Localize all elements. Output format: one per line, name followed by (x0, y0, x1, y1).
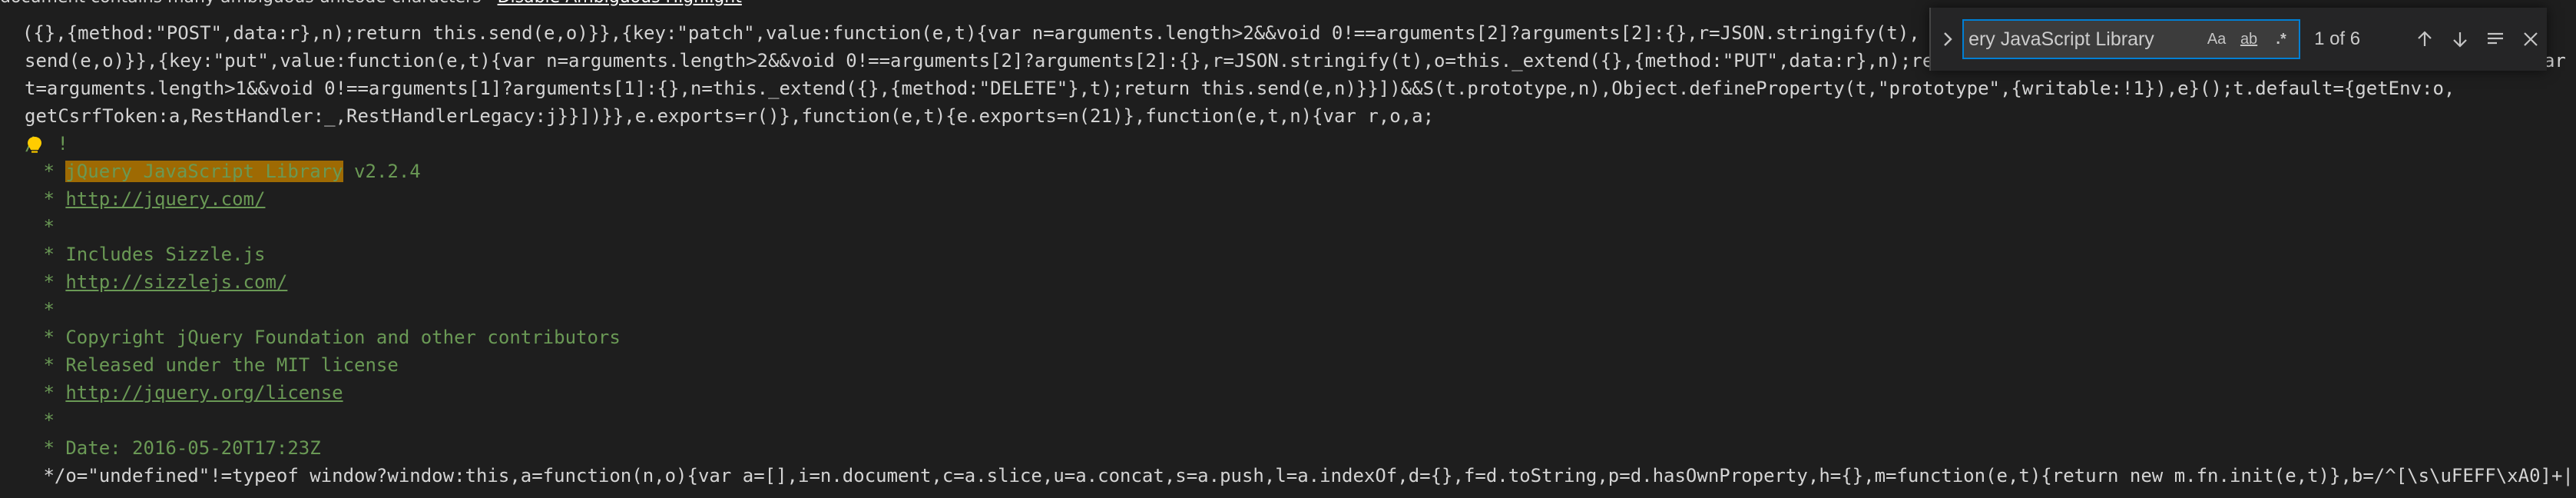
next-match-button[interactable] (2444, 22, 2476, 57)
code-line: * Released under the MIT license (32, 354, 399, 376)
license-link[interactable]: http://jquery.org/license (65, 382, 343, 403)
unicode-warning-banner: document contains many ambiguous unicode… (0, 0, 845, 9)
match-count: 1 of 6 (2314, 28, 2361, 49)
code-line: * (32, 299, 55, 320)
find-input-box: Aa ab .* (1962, 19, 2301, 59)
code-line: * http://jquery.com/ (32, 185, 265, 213)
arrow-up-icon (2418, 31, 2432, 46)
whole-word-toggle[interactable]: ab (2234, 25, 2263, 54)
find-widget: Aa ab .* 1 of 6 (1929, 8, 2547, 71)
match-case-toggle[interactable]: Aa (2202, 25, 2231, 54)
comment-prefix: * (32, 382, 66, 403)
previous-match-button[interactable] (2409, 22, 2441, 57)
code-line: * jQuery JavaScript Library v2.2.4 (32, 158, 421, 185)
close-icon (2524, 32, 2538, 46)
disable-ambiguous-highlight-link[interactable]: Disable Ambiguous Highlight (498, 0, 742, 7)
regex-toggle[interactable]: .* (2266, 25, 2296, 54)
code-line: * Date: 2016-05-20T17:23Z (32, 437, 321, 459)
comment-prefix: * (32, 271, 66, 293)
version-text: v2.2.4 (343, 161, 421, 182)
sizzle-link[interactable]: http://sizzlejs.com/ (65, 271, 287, 293)
lightbulb-icon[interactable] (26, 135, 43, 155)
jquery-link[interactable]: http://jquery.com/ (65, 188, 265, 210)
code-line: */o="undefined"!=typeof window?window:th… (32, 465, 2574, 486)
find-match-highlight: jQuery JavaScript Library (65, 161, 343, 182)
selection-icon (2487, 32, 2503, 45)
comment-bang: ! (57, 133, 68, 154)
toggle-replace-button[interactable] (1935, 15, 1959, 64)
code-line: t=arguments.length>1&&void 0!==arguments… (25, 78, 2455, 99)
code-line: * http://jquery.org/license (32, 379, 343, 407)
code-line: * Includes Sizzle.js (32, 244, 266, 265)
find-input[interactable] (1964, 22, 2203, 57)
arrow-down-icon (2453, 32, 2467, 48)
code-editor[interactable]: document contains many ambiguous unicode… (0, 0, 2576, 498)
code-line: * (32, 216, 55, 237)
comment-prefix: * (32, 161, 66, 182)
find-in-selection-button[interactable] (2479, 22, 2511, 57)
code-line: getCsrfToken:a,RestHandler:_,RestHandler… (25, 105, 1435, 127)
code-line: * http://sizzlejs.com/ (32, 268, 287, 296)
code-line: * (32, 410, 55, 431)
banner-text: document contains many ambiguous unicode… (0, 0, 482, 7)
code-line: * Copyright jQuery Foundation and other … (32, 327, 621, 348)
chevron-right-icon (1943, 32, 1952, 46)
close-find-button[interactable] (2515, 22, 2547, 57)
comment-prefix: * (32, 188, 66, 210)
code-line: ({},{method:"POST",data:r},n);return thi… (0, 22, 1920, 44)
